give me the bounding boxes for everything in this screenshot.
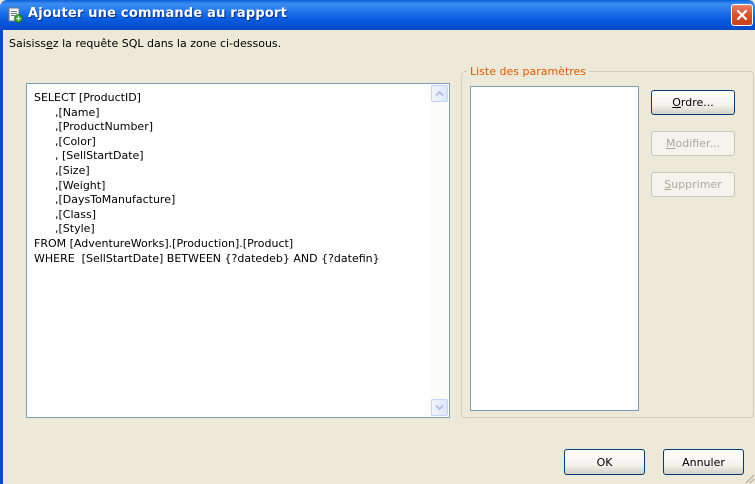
report-add-icon — [7, 7, 23, 23]
parameters-list[interactable] — [470, 86, 639, 411]
ordre-mnemonic: O — [672, 96, 681, 109]
supprimer-button[interactable]: Supprimer — [651, 172, 735, 197]
modifier-button[interactable]: Modifier... — [651, 131, 735, 156]
close-button[interactable] — [731, 4, 753, 26]
annuler-button[interactable]: Annuler — [663, 449, 744, 475]
instruction-text-end: z la requête SQL dans la zone ci-dessous… — [52, 37, 282, 50]
ok-label: OK — [596, 455, 613, 469]
sql-vertical-scrollbar[interactable] — [431, 85, 448, 416]
close-icon — [736, 9, 748, 21]
chevron-down-icon — [435, 404, 444, 411]
ordre-button[interactable]: Ordre... — [651, 90, 735, 115]
sql-instruction-label: Saisissez la requête SQL dans la zone ci… — [9, 37, 281, 50]
sql-query-textarea[interactable]: SELECT [ProductID] ,[Name] ,[ProductNumb… — [26, 83, 450, 418]
instruction-mnemonic: e — [46, 37, 53, 50]
resize-grip-icon[interactable] — [743, 472, 755, 484]
modifier-mnemonic: M — [666, 137, 676, 150]
instruction-text-start: Saisiss — [9, 37, 47, 50]
chevron-up-icon — [435, 90, 444, 97]
sql-query-text: SELECT [ProductID] ,[Name] ,[ProductNumb… — [34, 91, 380, 265]
ok-button[interactable]: OK — [564, 449, 645, 475]
modifier-label: odifier... — [675, 137, 720, 150]
dialog-window: Ajouter une commande au rapport Saisisse… — [0, 0, 755, 484]
annuler-label: Annuler — [682, 455, 725, 469]
supprimer-label: upprimer — [671, 178, 722, 191]
title-bar[interactable]: Ajouter une commande au rapport — [0, 0, 755, 30]
supprimer-mnemonic: S — [664, 178, 672, 191]
window-frame — [0, 30, 3, 484]
scroll-down-button[interactable] — [431, 399, 448, 416]
scroll-up-button[interactable] — [431, 85, 448, 102]
window-title: Ajouter une commande au rapport — [28, 6, 288, 21]
parameters-group-label: Liste des paramètres — [467, 65, 590, 78]
ordre-label: rdre... — [680, 96, 714, 109]
